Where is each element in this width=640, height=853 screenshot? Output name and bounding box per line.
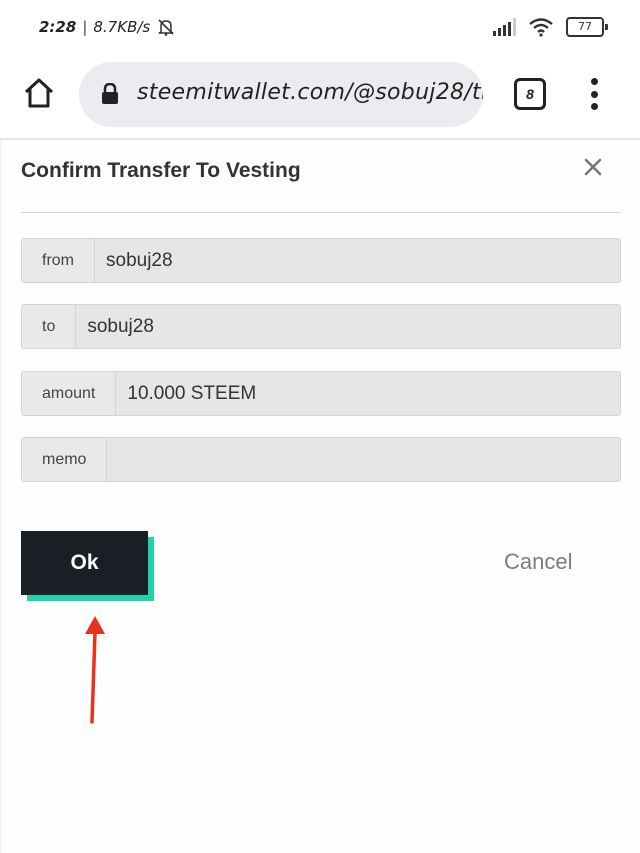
signal-icon	[493, 18, 516, 36]
from-label: from	[22, 239, 95, 282]
url-text[interactable]: steemitwallet.com/@sobuj28/tra	[137, 80, 483, 105]
cancel-button[interactable]: Cancel	[504, 549, 572, 575]
amount-field: amount 10.000 STEEM	[21, 371, 621, 416]
more-vertical-icon[interactable]	[585, 78, 603, 110]
amount-label: amount	[22, 372, 117, 415]
to-field: to sobuj28	[21, 304, 621, 349]
amount-value: 10.000 STEEM	[116, 372, 620, 415]
memo-value	[107, 438, 620, 481]
bell-muted-icon	[158, 19, 174, 36]
status-separator: |	[82, 18, 88, 36]
address-bar[interactable]: steemitwallet.com/@sobuj28/tra	[79, 62, 483, 127]
wifi-icon	[529, 18, 553, 37]
lock-icon	[102, 83, 118, 104]
memo-label: memo	[22, 438, 108, 481]
tab-switcher-button[interactable]: 8	[514, 78, 546, 110]
ok-button-wrapper: Ok	[21, 531, 154, 601]
dialog-title: Confirm Transfer To Vesting	[21, 159, 301, 182]
close-icon[interactable]	[581, 155, 605, 179]
from-value: sobuj28	[95, 239, 620, 282]
to-value: sobuj28	[76, 305, 620, 348]
dialog-divider	[21, 212, 621, 213]
status-right: 77	[493, 17, 608, 37]
network-speed: 8.7KB/s	[93, 18, 151, 36]
ok-button[interactable]: Ok	[21, 531, 148, 595]
browser-toolbar: steemitwallet.com/@sobuj28/tra 8	[0, 58, 640, 140]
to-label: to	[22, 305, 77, 348]
home-icon[interactable]	[22, 76, 56, 110]
battery-indicator: 77	[566, 17, 608, 37]
status-bar: 2:28 | 8.7KB/s 77	[0, 0, 640, 58]
from-field: from sobuj28	[21, 238, 621, 283]
confirm-transfer-dialog: Confirm Transfer To Vesting from sobuj28…	[0, 140, 640, 853]
red-arrow-annotation	[85, 616, 105, 724]
clock: 2:28	[39, 18, 77, 36]
memo-field: memo	[21, 437, 621, 482]
status-left: 2:28 | 8.7KB/s	[39, 18, 176, 36]
